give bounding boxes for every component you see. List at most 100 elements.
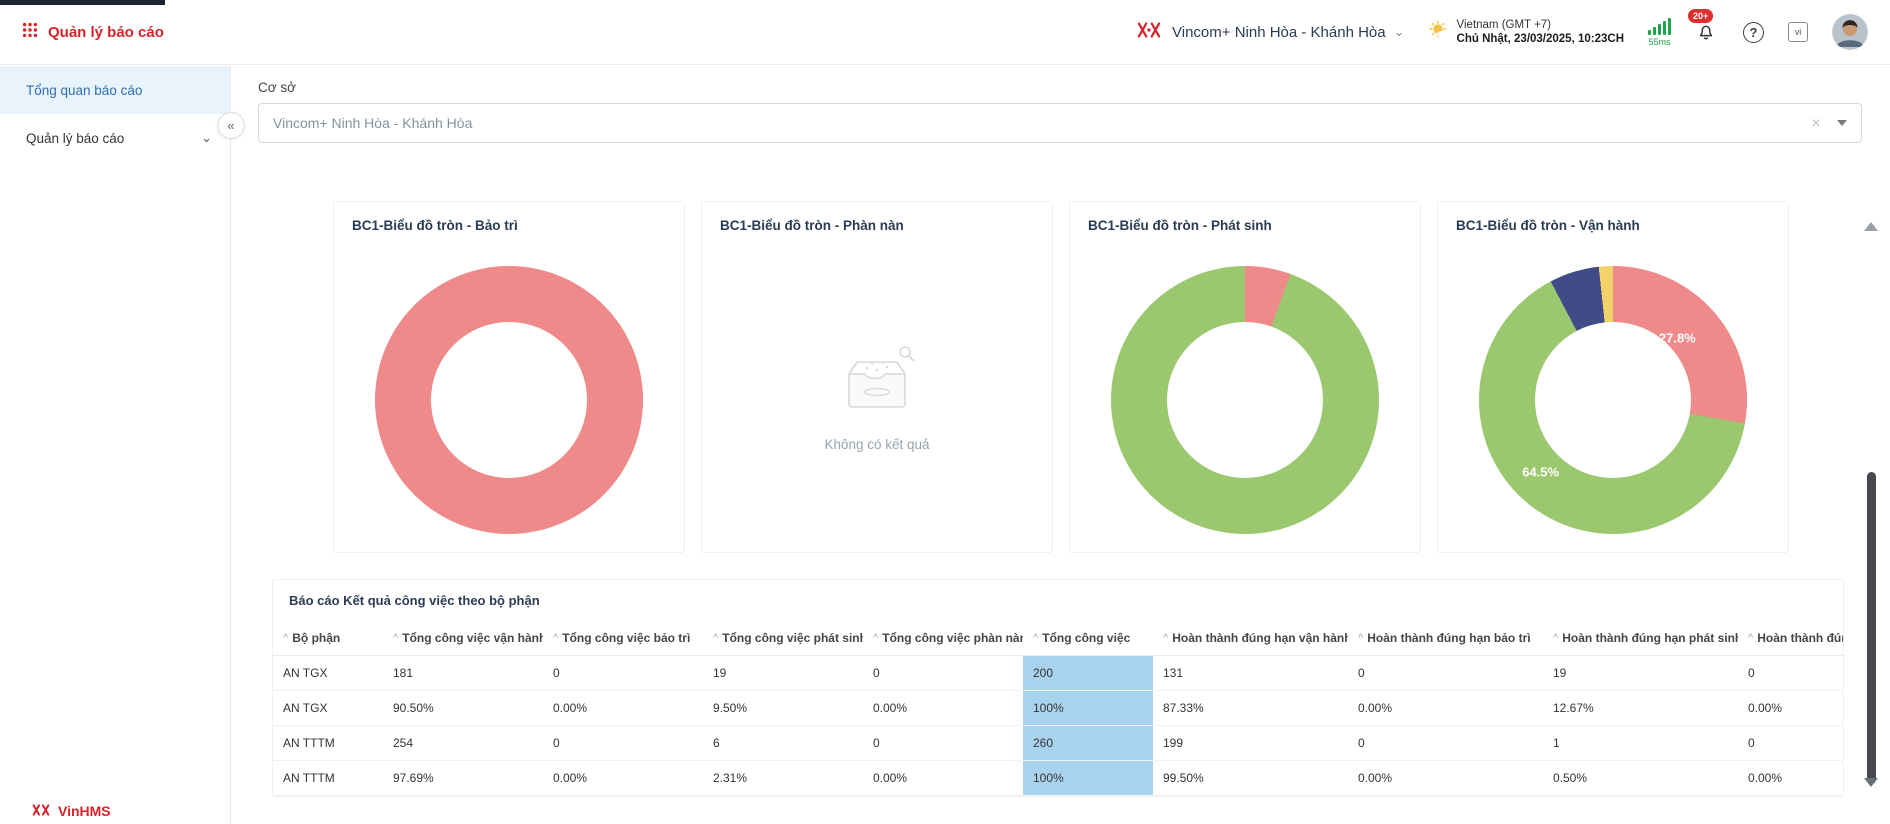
- scrollbar-thumb[interactable]: [1867, 472, 1876, 784]
- chart-title: BC1-Biểu đồ tròn - Phàn nàn: [702, 202, 1052, 233]
- table-cell: 0.00%: [1348, 691, 1543, 726]
- report-table-head-row: ^Bộ phận^Tổng công việc vận hành^Tổng cô…: [273, 621, 1843, 656]
- footer-logo: VinHMS: [30, 798, 111, 824]
- table-cell: 0.00%: [1738, 691, 1843, 726]
- column-header[interactable]: ^Tổng công việc vận hành: [383, 621, 543, 656]
- table-cell: 19: [703, 656, 863, 691]
- facility-section: Cơ sở Vincom+ Ninh Hòa - Khánh Hòa ✕: [232, 66, 1890, 143]
- table-cell: 254: [383, 726, 543, 761]
- app-brand: Quản lý báo cáo: [22, 22, 164, 43]
- table-cell: 0: [1348, 656, 1543, 691]
- property-name: Vincom+ Ninh Hòa - Khánh Hòa: [1172, 24, 1386, 41]
- table-cell: 0.00%: [543, 691, 703, 726]
- facility-select-value: Vincom+ Ninh Hòa - Khánh Hòa: [273, 115, 472, 131]
- main-content: Cơ sở Vincom+ Ninh Hòa - Khánh Hòa ✕ BC1…: [232, 66, 1890, 824]
- donut-chart-phat-sinh[interactable]: [1111, 266, 1379, 534]
- clear-icon[interactable]: ✕: [1811, 116, 1821, 130]
- language-selector[interactable]: VI: [1788, 22, 1808, 42]
- table-cell: 199: [1153, 726, 1348, 761]
- table-cell: 0: [863, 656, 1023, 691]
- column-header[interactable]: ^Hoàn thành đúng hạn bảo trì: [1348, 621, 1543, 656]
- table-cell: 0: [863, 726, 1023, 761]
- table-cell: 1: [1543, 726, 1738, 761]
- sort-caret-icon: ^: [1033, 632, 1038, 642]
- report-table: ^Bộ phận^Tổng công việc vận hành^Tổng cô…: [273, 621, 1843, 796]
- table-row: AN TGX18101902001310190: [273, 656, 1843, 691]
- app-title: Quản lý báo cáo: [48, 24, 164, 41]
- scroll-up-arrow[interactable]: [1864, 222, 1878, 231]
- sidebar-collapse-button[interactable]: «: [218, 112, 245, 139]
- chart-title: BC1-Biểu đồ tròn - Vận hành: [1438, 202, 1788, 233]
- slice-label: 27.8%: [1659, 331, 1696, 346]
- notifications-button[interactable]: 20+: [1695, 20, 1719, 44]
- column-header[interactable]: ^Tổng công việc: [1023, 621, 1153, 656]
- sort-caret-icon: ^: [873, 632, 878, 642]
- latency-label: 55ms: [1648, 37, 1670, 47]
- report-title: Báo cáo Kết quả công việc theo bộ phận: [273, 580, 1843, 621]
- timezone-block: Vietnam (GMT +7) Chủ Nhật, 23/03/2025, 1…: [1429, 19, 1624, 45]
- sort-caret-icon: ^: [713, 632, 718, 642]
- topbar: Quản lý báo cáo Vincom+ Ninh Hòa - Khánh…: [0, 0, 1890, 65]
- table-cell: 260: [1023, 726, 1153, 761]
- sort-caret-icon: ^: [1748, 632, 1753, 642]
- topbar-right: Vincom+ Ninh Hòa - Khánh Hòa ⌄ Vietnam (…: [1134, 14, 1868, 50]
- chart-card-bao-tri: BC1-Biểu đồ tròn - Bảo trì: [333, 201, 685, 553]
- table-cell: 12.67%: [1543, 691, 1738, 726]
- table-cell: 0.00%: [863, 761, 1023, 796]
- notification-badge: 20+: [1687, 8, 1714, 24]
- report-table-scroll[interactable]: ^Bộ phận^Tổng công việc vận hành^Tổng cô…: [273, 621, 1843, 796]
- sort-caret-icon: ^: [553, 632, 558, 642]
- table-cell: 19: [1543, 656, 1738, 691]
- app-grid-icon[interactable]: [22, 22, 38, 43]
- table-cell: AN TGX: [273, 691, 383, 726]
- chart-title: BC1-Biểu đồ tròn - Bảo trì: [334, 202, 684, 233]
- weather-icon: [1429, 20, 1449, 45]
- table-cell: 131: [1153, 656, 1348, 691]
- chart-card-van-hanh: BC1-Biểu đồ tròn - Vận hành 27.8% 64.5%: [1437, 201, 1789, 553]
- select-caret-icon[interactable]: [1837, 120, 1847, 126]
- sort-caret-icon: ^: [1163, 632, 1168, 642]
- sidebar-item-manage[interactable]: Quản lý báo cáo ⌄: [0, 114, 230, 162]
- empty-state: Không có kết quả: [702, 250, 1052, 542]
- table-cell: 0.50%: [1543, 761, 1738, 796]
- column-header[interactable]: ^Hoàn thành đúng hạn phát sinh: [1543, 621, 1738, 656]
- table-cell: 200: [1023, 656, 1153, 691]
- network-status: 55ms: [1648, 17, 1671, 47]
- facility-label: Cơ sở: [258, 80, 1862, 95]
- help-button[interactable]: ?: [1743, 22, 1764, 43]
- column-header[interactable]: ^Hoàn thành đúng hạn: [1738, 621, 1843, 656]
- table-cell: 0: [543, 656, 703, 691]
- table-cell: AN TTTM: [273, 726, 383, 761]
- sidebar-item-label: Quản lý báo cáo: [26, 131, 124, 146]
- column-header[interactable]: ^Bộ phận: [273, 621, 383, 656]
- chart-card-phan-nan: BC1-Biểu đồ tròn - Phàn nàn Không có kết…: [701, 201, 1053, 553]
- facility-select[interactable]: Vincom+ Ninh Hòa - Khánh Hòa ✕: [258, 103, 1862, 143]
- table-cell: 99.50%: [1153, 761, 1348, 796]
- column-header[interactable]: ^Tổng công việc bảo trì: [543, 621, 703, 656]
- table-cell: 6: [703, 726, 863, 761]
- chart-card-phat-sinh: BC1-Biểu đồ tròn - Phát sinh: [1069, 201, 1421, 553]
- donut-chart-bao-tri[interactable]: [375, 266, 643, 534]
- table-cell: 87.33%: [1153, 691, 1348, 726]
- column-header[interactable]: ^Tổng công việc phàn nàn: [863, 621, 1023, 656]
- table-cell: 9.50%: [703, 691, 863, 726]
- timezone-label: Vietnam (GMT +7): [1457, 19, 1624, 31]
- chevron-down-icon: ⌄: [201, 134, 212, 142]
- footer-logo-text: VinHMS: [58, 803, 111, 819]
- brand-logo-icon: [1134, 19, 1164, 45]
- table-cell: 181: [383, 656, 543, 691]
- column-header[interactable]: ^Hoàn thành đúng hạn vận hành: [1153, 621, 1348, 656]
- donut-chart-van-hanh[interactable]: 27.8% 64.5%: [1479, 266, 1747, 534]
- table-cell: 97.69%: [383, 761, 543, 796]
- property-selector[interactable]: Vincom+ Ninh Hòa - Khánh Hòa ⌄: [1134, 19, 1405, 45]
- table-cell: 0.00%: [1348, 761, 1543, 796]
- table-cell: 100%: [1023, 761, 1153, 796]
- avatar[interactable]: [1832, 14, 1868, 50]
- slice-label: 64.5%: [1522, 465, 1559, 480]
- table-cell: 0.00%: [543, 761, 703, 796]
- column-header[interactable]: ^Tổng công việc phát sinh: [703, 621, 863, 656]
- scroll-down-arrow[interactable]: [1864, 778, 1878, 787]
- sidebar-item-overview[interactable]: Tổng quan báo cáo: [0, 66, 230, 114]
- datetime-label: Chủ Nhật, 23/03/2025, 10:23CH: [1457, 33, 1624, 45]
- sort-caret-icon: ^: [1553, 632, 1558, 642]
